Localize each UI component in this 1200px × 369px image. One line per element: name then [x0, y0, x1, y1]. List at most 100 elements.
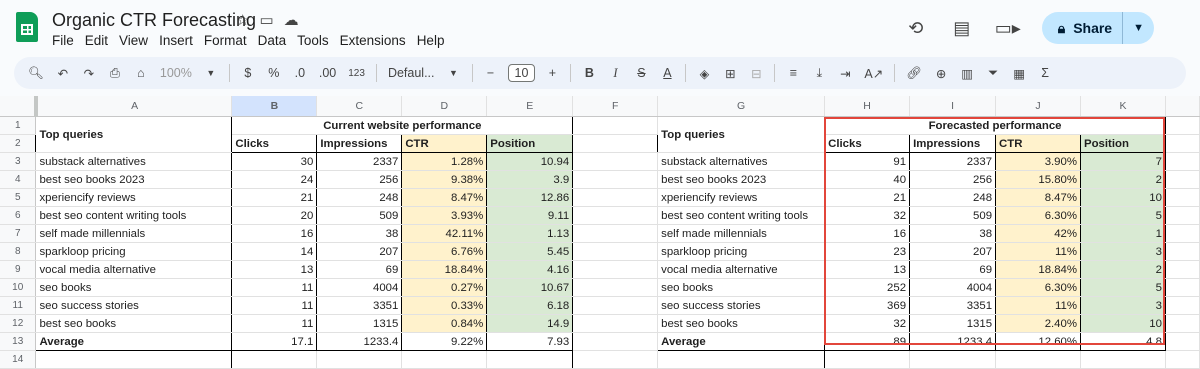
column-header-a[interactable]: A	[35, 96, 233, 117]
font-select[interactable]: Defaul...	[382, 66, 441, 80]
cell[interactable]: substack alternatives	[657, 152, 826, 171]
cell[interactable]: 1233.4	[316, 332, 403, 351]
cell[interactable]: 1.28%	[401, 152, 488, 171]
cell[interactable]: best seo books	[657, 314, 826, 333]
cell[interactable]: best seo books 2023	[35, 170, 233, 189]
column-header-g[interactable]: G	[657, 96, 826, 117]
cell[interactable]: 9.11	[486, 206, 574, 225]
text-rotation-icon[interactable]: A↗	[858, 66, 889, 81]
cell[interactable]: 509	[909, 206, 997, 225]
font-dropdown-icon[interactable]: ▼	[441, 68, 467, 78]
cell[interactable]	[572, 116, 659, 135]
menu-extensions[interactable]: Extensions	[340, 33, 412, 48]
cell[interactable]: 2337	[909, 152, 997, 171]
cell[interactable]: 40	[824, 170, 911, 189]
cell[interactable]: 248	[909, 188, 997, 207]
cell[interactable]: 256	[316, 170, 403, 189]
menu-format[interactable]: Format	[204, 33, 253, 48]
cell[interactable]: 1315	[909, 314, 997, 333]
insert-chart-icon[interactable]: ▥	[954, 66, 980, 81]
column-header-k[interactable]: K	[1080, 96, 1166, 117]
cell[interactable]: 1	[1080, 224, 1166, 243]
menu-view[interactable]: View	[119, 33, 154, 48]
cell[interactable]: xperiencify reviews	[657, 188, 826, 207]
cell[interactable]: Clicks	[824, 134, 911, 153]
cell[interactable]: 10	[1080, 188, 1166, 207]
column-header-i[interactable]: I	[909, 96, 997, 117]
cell[interactable]: 16	[231, 224, 318, 243]
row-header[interactable]: 2	[0, 134, 37, 153]
cell[interactable]: 12.60%	[995, 332, 1081, 351]
cell[interactable]: 91	[824, 152, 911, 171]
select-all-corner[interactable]	[0, 96, 38, 117]
share-dropdown-icon[interactable]: ▼	[1122, 12, 1154, 44]
cell[interactable]: 2.40%	[995, 314, 1081, 333]
cell[interactable]: 1233.4	[909, 332, 997, 351]
cell[interactable]: vocal media alternative	[35, 260, 233, 279]
cell[interactable]: 18.84%	[401, 260, 488, 279]
column-header-e[interactable]: E	[486, 96, 574, 117]
cell[interactable]: 3.90%	[995, 152, 1081, 171]
strikethrough-icon[interactable]: S	[628, 66, 654, 80]
currency-format-button[interactable]: $	[235, 66, 261, 80]
row-header[interactable]: 4	[0, 170, 37, 189]
comments-icon[interactable]: ▤	[950, 16, 974, 40]
cell[interactable]: 207	[316, 242, 403, 261]
cell[interactable]	[486, 350, 574, 369]
cell[interactable]: Average	[657, 332, 826, 351]
cell[interactable]	[316, 350, 403, 369]
cell[interactable]: 509	[316, 206, 403, 225]
menu-help[interactable]: Help	[417, 33, 451, 48]
redo-icon[interactable]: ↷	[76, 66, 102, 81]
document-title[interactable]: Organic CTR Forecasting	[52, 10, 256, 31]
cell[interactable]	[35, 350, 233, 369]
font-size-increase-icon[interactable]: +	[539, 66, 565, 80]
menu-insert[interactable]: Insert	[159, 33, 199, 48]
cell[interactable]	[572, 260, 659, 279]
bold-icon[interactable]: B	[576, 66, 602, 80]
row-header[interactable]: 7	[0, 224, 37, 243]
menu-data[interactable]: Data	[258, 33, 293, 48]
row-header[interactable]: 1	[0, 116, 37, 135]
cell[interactable]: 24	[231, 170, 318, 189]
filter-icon[interactable]: ⏷	[980, 66, 1006, 81]
row-header[interactable]: 3	[0, 152, 37, 171]
cell[interactable]: 17.1	[231, 332, 318, 351]
column-header-d[interactable]: D	[401, 96, 488, 117]
cell[interactable]: 3	[1080, 242, 1166, 261]
undo-icon[interactable]: ↶	[50, 66, 76, 81]
cell[interactable]: 6.30%	[995, 206, 1081, 225]
cell[interactable]: 0.33%	[401, 296, 488, 315]
star-icon[interactable]: ☆	[236, 11, 249, 29]
cell[interactable]: 69	[316, 260, 403, 279]
cell[interactable]: vocal media alternative	[657, 260, 826, 279]
row-header[interactable]: 5	[0, 188, 37, 207]
zoom-select[interactable]: 100%	[154, 66, 198, 80]
menu-file[interactable]: File	[52, 33, 80, 48]
cell[interactable]: 6.76%	[401, 242, 488, 261]
cell[interactable]	[909, 350, 997, 369]
cell[interactable]: Forecasted performance	[824, 116, 1166, 135]
cell[interactable]	[824, 350, 911, 369]
cell[interactable]: 11%	[995, 242, 1081, 261]
cell[interactable]: 9.22%	[401, 332, 488, 351]
column-header-b[interactable]: B	[231, 96, 318, 117]
cell[interactable]	[572, 242, 659, 261]
row-header[interactable]: 13	[0, 332, 37, 351]
cell[interactable]: 7.93	[486, 332, 574, 351]
cell[interactable]: self made millennials	[657, 224, 826, 243]
cell[interactable]	[1165, 206, 1200, 225]
column-header-h[interactable]: H	[824, 96, 911, 117]
text-color-icon[interactable]: A	[654, 66, 680, 80]
cell[interactable]: 8.47%	[995, 188, 1081, 207]
row-header[interactable]: 12	[0, 314, 37, 333]
filter-views-icon[interactable]: ▦	[1006, 66, 1032, 81]
cell[interactable]: 69	[909, 260, 997, 279]
cell[interactable]: best seo books	[35, 314, 233, 333]
version-history-icon[interactable]: ⟲	[904, 16, 928, 40]
cell[interactable]	[1165, 116, 1200, 135]
cell[interactable]	[572, 188, 659, 207]
cell[interactable]: 13	[824, 260, 911, 279]
cell[interactable]: 42.11%	[401, 224, 488, 243]
increase-decimal-button[interactable]: .00	[313, 66, 342, 80]
